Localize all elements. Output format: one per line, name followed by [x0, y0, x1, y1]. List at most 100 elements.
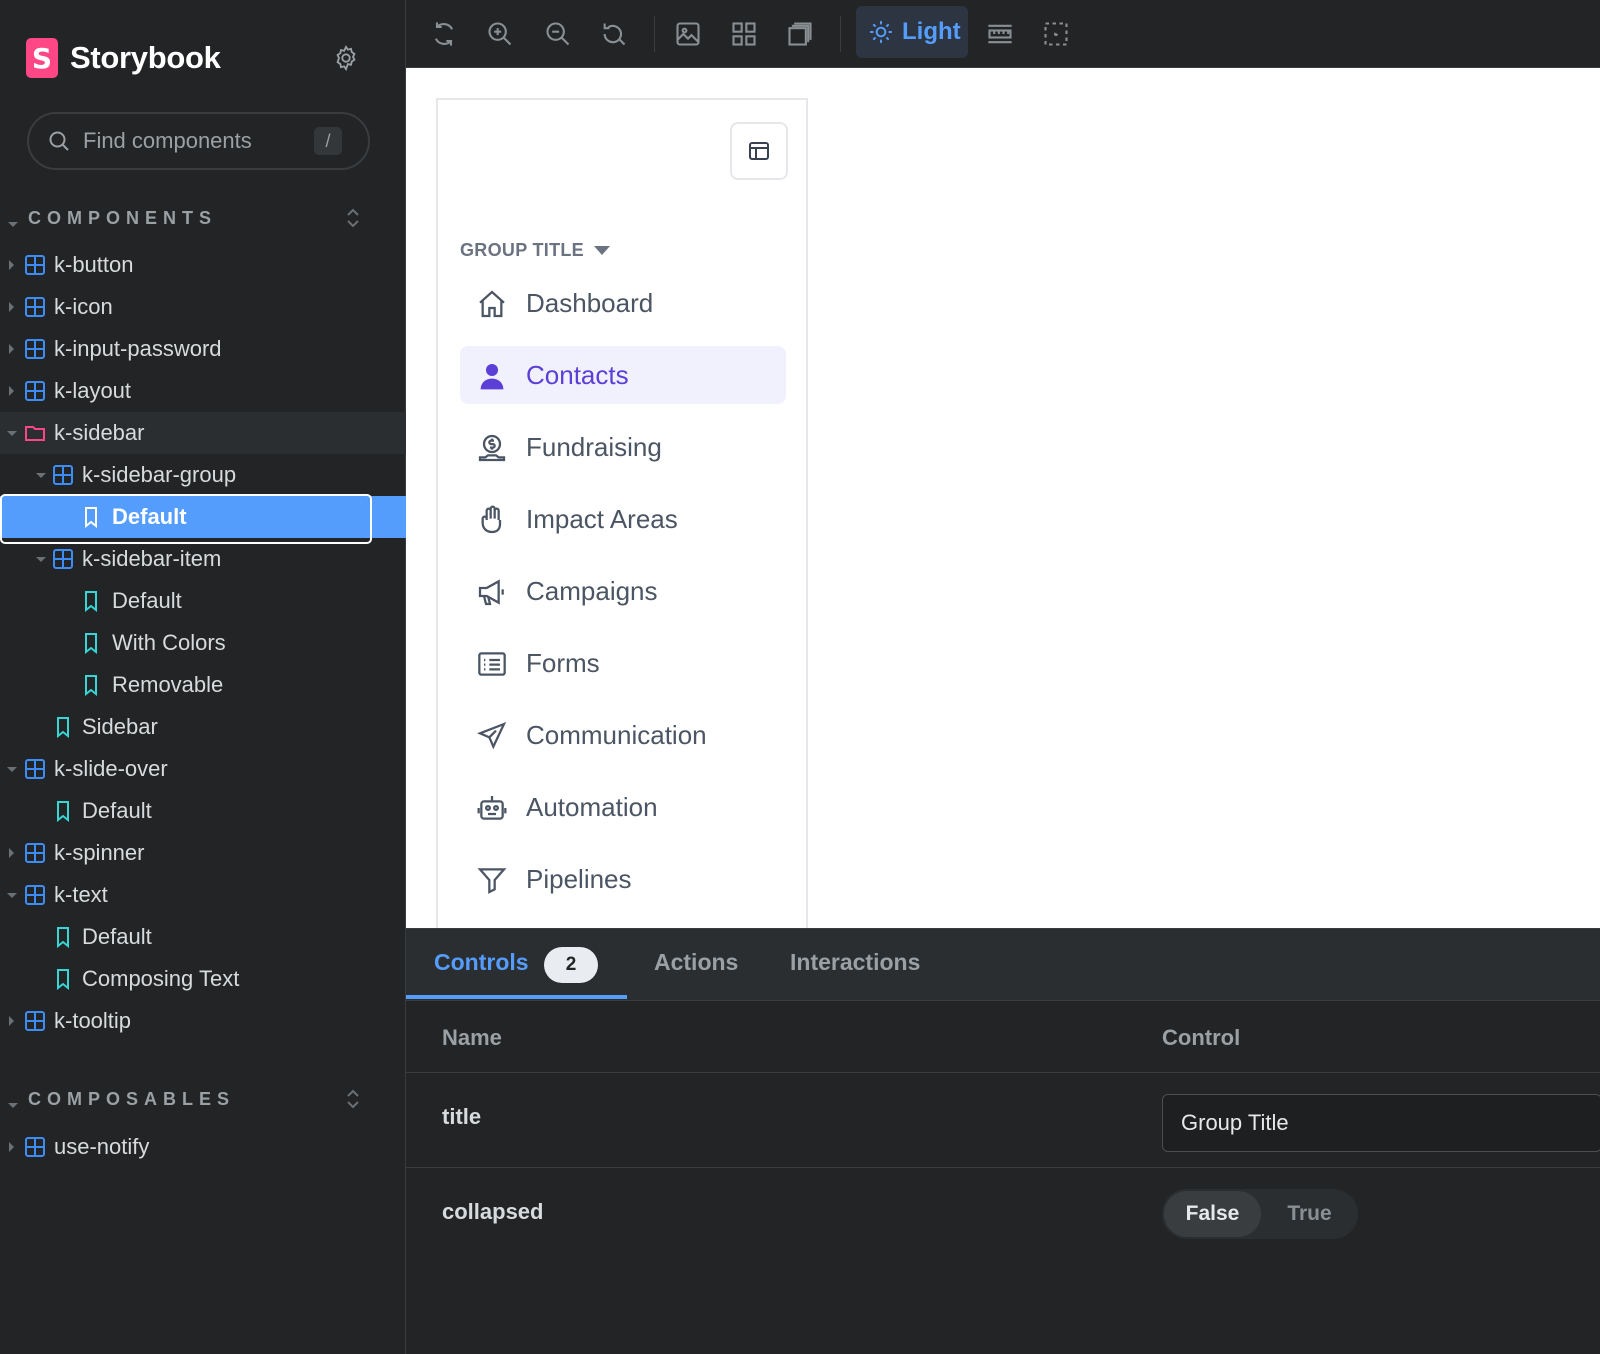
brand[interactable]: S Storybook: [26, 38, 221, 78]
expand-arrow-icon: [9, 260, 14, 270]
zoom-out-button[interactable]: [540, 16, 576, 52]
component-icon: [25, 759, 45, 779]
expand-arrow-icon: [9, 386, 14, 396]
theme-toggle-button[interactable]: Light: [856, 6, 968, 58]
hand-icon: [481, 505, 502, 534]
tree-item-label: k-slide-over: [54, 756, 168, 781]
tree-item-label: k-spinner: [54, 840, 145, 865]
toggle-option-true[interactable]: True: [1261, 1191, 1358, 1237]
tree-item-use-notify[interactable]: use-notify: [0, 1126, 406, 1168]
zoom-in-button[interactable]: [482, 16, 518, 52]
group-title-toggle[interactable]: GROUP TITLE: [460, 240, 610, 261]
background-button[interactable]: [670, 16, 706, 52]
component-icon: [25, 297, 45, 317]
nav-item-label: Pipelines: [526, 864, 632, 894]
section-composables[interactable]: COMPOSABLES: [0, 1084, 406, 1114]
nav-item-fundraising[interactable]: Fundraising: [460, 418, 786, 476]
tab-actions[interactable]: Actions: [654, 949, 738, 976]
zoom-reset-icon: [603, 23, 626, 46]
form-icon: [478, 652, 506, 676]
grid-button[interactable]: [726, 16, 762, 52]
bookmark-icon: [85, 507, 97, 528]
section-label: COMPONENTS: [28, 207, 218, 228]
caret-down-icon: [593, 246, 610, 255]
settings-gear-button[interactable]: [330, 42, 362, 74]
tree-story-k-sidebar-group-default[interactable]: Default: [0, 494, 406, 544]
controls-count-badge: 2: [544, 947, 598, 983]
remount-button[interactable]: [426, 16, 462, 52]
nav-item-campaigns[interactable]: Campaigns: [460, 562, 786, 620]
tree-item-k-icon[interactable]: k-icon: [0, 286, 406, 328]
component-icon: [25, 885, 45, 905]
viewport-button[interactable]: [782, 16, 818, 52]
group-title-text: GROUP TITLE: [460, 240, 584, 260]
tree-item-label: Removable: [112, 672, 224, 697]
nav-item-label: Impact Areas: [526, 504, 678, 534]
collapse-arrow-icon: [7, 767, 17, 772]
tree-item-k-input-password[interactable]: k-input-password: [0, 328, 406, 370]
nav-item-dashboard[interactable]: Dashboard: [460, 274, 786, 332]
expand-arrow-icon: [9, 1016, 14, 1026]
tree-item-k-sidebar[interactable]: k-sidebar: [0, 412, 406, 454]
tab-label: Actions: [654, 949, 739, 975]
nav-item-communication[interactable]: Communication: [460, 706, 786, 764]
nav-item-automation[interactable]: Automation: [460, 778, 786, 836]
expand-arrow-icon: [9, 1142, 14, 1152]
tree-item-label: k-sidebar-group: [82, 462, 237, 487]
control-row-title: title: [406, 1074, 1600, 1168]
preview-toolbar: Light: [406, 0, 1600, 68]
section-components[interactable]: COMPONENTS: [0, 203, 406, 233]
toggle-option-false[interactable]: False: [1164, 1191, 1261, 1237]
tree-item-k-sidebar-group[interactable]: k-sidebar-group: [0, 454, 406, 496]
tab-label: Controls: [434, 949, 529, 975]
collapsed-boolean-toggle[interactable]: False True: [1162, 1189, 1358, 1239]
tree-story-k-slide-over-default[interactable]: Default: [0, 790, 406, 832]
tree-item-k-text[interactable]: k-text: [0, 874, 406, 916]
component-icon: [25, 381, 45, 401]
storybook-logo-icon: S: [26, 38, 58, 78]
measure-button[interactable]: [982, 16, 1018, 52]
nav-item-impact-areas[interactable]: Impact Areas: [460, 490, 786, 548]
tree-story-removable[interactable]: Removable: [0, 664, 406, 706]
search-box[interactable]: /: [27, 112, 370, 170]
tree-item-label: Default: [112, 504, 187, 529]
column-control-header: Control: [1162, 1025, 1241, 1050]
tree-item-k-slide-over[interactable]: k-slide-over: [0, 748, 406, 790]
tab-controls[interactable]: Controls: [434, 949, 529, 976]
tree-item-k-tooltip[interactable]: k-tooltip: [0, 1000, 406, 1042]
tree-story-composing-text[interactable]: Composing Text: [0, 958, 406, 1000]
component-icon: [25, 843, 45, 863]
tab-interactions[interactable]: Interactions: [790, 949, 920, 976]
collapse-arrow-icon: [7, 893, 17, 898]
component-icon: [53, 549, 73, 569]
nav-item-forms[interactable]: Forms: [460, 634, 786, 692]
tree-item-label: k-sidebar: [54, 420, 145, 445]
tree-story-k-sidebar-item-default[interactable]: Default: [0, 580, 406, 622]
tree-item-k-layout[interactable]: k-layout: [0, 370, 406, 412]
nav-item-contacts[interactable]: Contacts: [460, 346, 786, 404]
tree-story-k-text-default[interactable]: Default: [0, 916, 406, 958]
preview-canvas: GROUP TITLE Dashboard Contacts Fundraisi…: [406, 68, 1600, 928]
expand-collapse-all-icon[interactable]: [344, 1088, 362, 1110]
brand-name: Storybook: [70, 40, 221, 75]
title-text-input[interactable]: [1162, 1094, 1600, 1152]
tree-story-sidebar[interactable]: Sidebar: [0, 706, 406, 748]
nav-item-pipelines[interactable]: Pipelines: [460, 850, 786, 908]
zoom-reset-button[interactable]: [596, 16, 632, 52]
column-name-header: Name: [442, 1025, 502, 1050]
tab-label: Interactions: [790, 949, 921, 975]
zoom-in-icon: [488, 22, 512, 46]
tree-item-k-sidebar-item[interactable]: k-sidebar-item: [0, 538, 406, 580]
collapse-sidebar-button[interactable]: [730, 122, 788, 180]
tree-item-label: k-sidebar-item: [82, 546, 222, 571]
tree-story-with-colors[interactable]: With Colors: [0, 622, 406, 664]
tree-item-k-spinner[interactable]: k-spinner: [0, 832, 406, 874]
component-icon: [25, 1011, 45, 1031]
search-input[interactable]: [83, 128, 303, 154]
search-shortcut-key: /: [314, 127, 342, 155]
tree-item-k-button[interactable]: k-button: [0, 244, 406, 286]
expand-arrow-icon: [9, 302, 14, 312]
ruler-icon: [988, 24, 1012, 44]
expand-collapse-all-icon[interactable]: [344, 207, 362, 229]
outline-button[interactable]: [1038, 16, 1074, 52]
